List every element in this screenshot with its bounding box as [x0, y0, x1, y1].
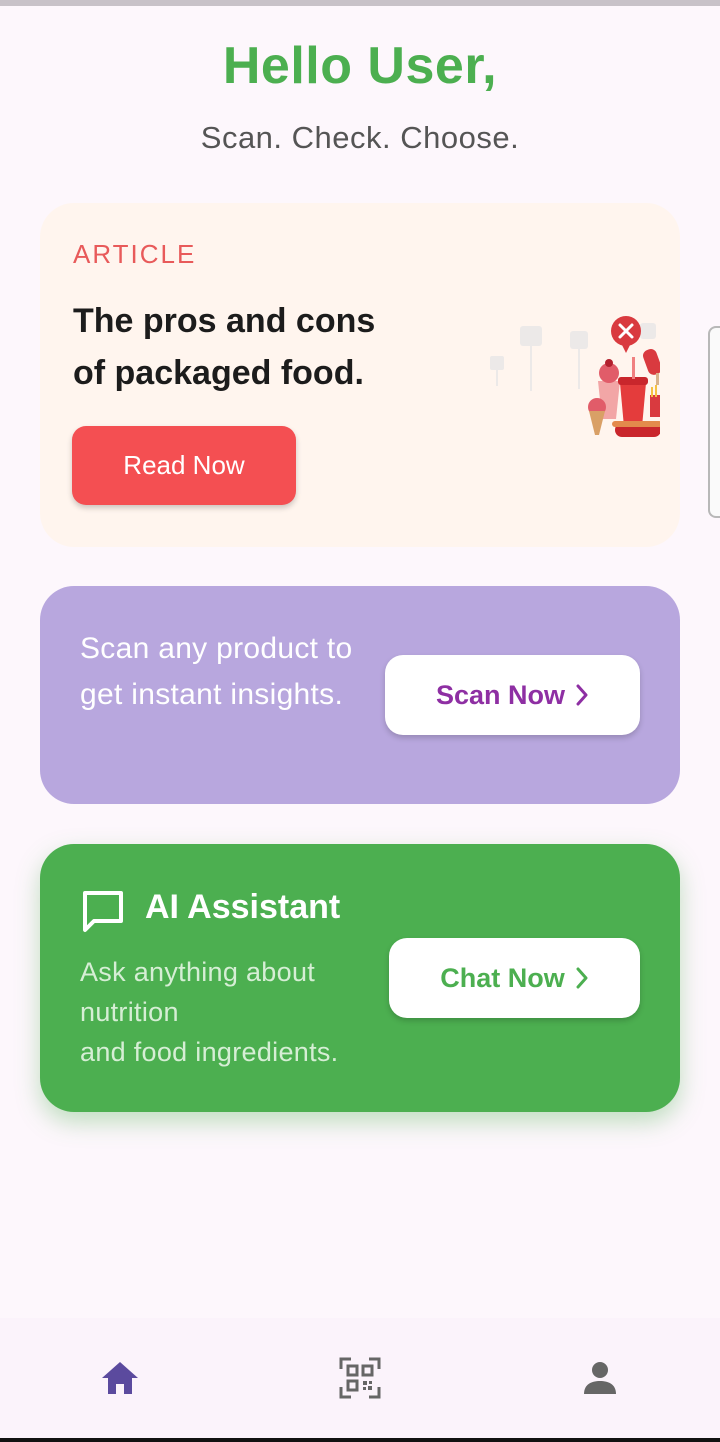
scan-description: Scan any product to get instant insights… — [80, 632, 353, 711]
ai-assistant-description: Ask anything about nutrition and food in… — [80, 957, 339, 1067]
chevron-right-icon — [576, 967, 588, 989]
article-card[interactable]: ARTICLE The pros and cons of packaged fo… — [40, 203, 680, 547]
ai-assistant-card: AI Assistant Ask anything about nutritio… — [40, 844, 680, 1112]
junk-food-illustration — [490, 316, 660, 437]
scan-now-label: Scan Now — [435, 679, 566, 710]
nav-item-scan[interactable] — [240, 1318, 480, 1438]
tagline: Scan. Check. Choose. — [200, 120, 520, 155]
system-bar-edge — [0, 1438, 720, 1442]
home-icon — [102, 1362, 138, 1394]
scan-now-button[interactable]: Scan Now — [385, 655, 640, 735]
read-now-button[interactable]: Read Now — [72, 426, 296, 505]
person-icon — [584, 1362, 616, 1394]
qr-scan-icon — [339, 1357, 381, 1399]
nav-item-profile[interactable] — [480, 1318, 720, 1438]
article-title: The pros and cons of packaged food. — [73, 302, 376, 392]
article-tag: ARTICLE — [73, 239, 197, 269]
bottom-navigation — [0, 1318, 720, 1438]
greeting-title: Hello User, — [222, 37, 498, 95]
nav-item-home[interactable] — [0, 1318, 240, 1438]
chevron-right-icon — [576, 684, 588, 706]
side-scroll-handle[interactable] — [708, 326, 720, 518]
chat-bubble-icon — [83, 891, 123, 932]
ai-assistant-title: AI Assistant — [145, 888, 341, 926]
chat-now-label: Chat Now — [440, 962, 565, 993]
scan-card: Scan any product to get instant insights… — [40, 586, 680, 804]
chat-now-button[interactable]: Chat Now — [389, 938, 640, 1018]
status-bar-strip — [0, 0, 720, 6]
